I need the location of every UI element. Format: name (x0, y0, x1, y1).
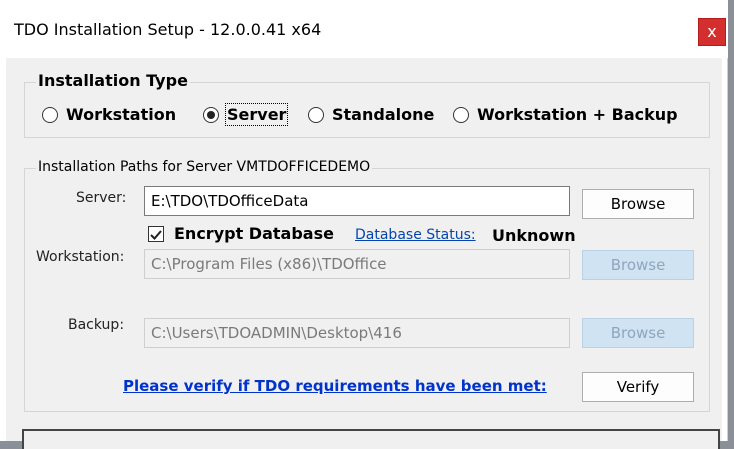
server-path-input[interactable]: E:\TDO\TDOfficeData (144, 186, 570, 216)
workstation-path-input: C:\Program Files (x86)\TDOffice (144, 249, 570, 279)
encrypt-database-checkbox[interactable] (148, 226, 164, 242)
radio-workstation-label: Workstation (66, 105, 177, 124)
backup-browse-button: Browse (582, 318, 694, 348)
verify-button[interactable]: Verify (582, 372, 694, 402)
radio-workstation-backup-label: Workstation + Backup (477, 105, 678, 124)
radio-server[interactable]: Server (203, 103, 289, 126)
radio-circle-icon (42, 106, 58, 123)
installation-paths-title: Installation Paths for Server VMTDOFFICE… (36, 159, 373, 175)
radio-circle-icon (453, 106, 469, 123)
radio-workstation[interactable]: Workstation (42, 105, 176, 124)
dialog-content: Installation Type Workstation Server Sta… (6, 58, 722, 449)
verify-requirements-link[interactable]: Please verify if TDO requirements have b… (123, 377, 547, 395)
title-bar: TDO Installation Setup - 12.0.0.41 x64 x (0, 0, 728, 58)
window-title: TDO Installation Setup - 12.0.0.41 x64 (14, 20, 322, 39)
radio-workstation-backup[interactable]: Workstation + Backup (453, 105, 678, 124)
radio-standalone-label: Standalone (332, 105, 435, 124)
setup-window: TDO Installation Setup - 12.0.0.41 x64 x… (0, 0, 728, 449)
server-label: Server: (76, 190, 127, 206)
database-status-value: Unknown (492, 226, 576, 245)
backup-label: Backup: (68, 317, 125, 333)
desktop-background (729, 0, 734, 441)
checkmark-icon (150, 230, 162, 240)
database-status-link[interactable]: Database Status: (355, 227, 476, 243)
radio-server-label: Server (224, 103, 289, 126)
bottom-panel-frame (22, 429, 720, 449)
server-browse-button[interactable]: Browse (582, 189, 694, 219)
radio-selected-icon (203, 106, 219, 123)
radio-circle-icon (308, 106, 324, 123)
installation-type-title: Installation Type (36, 71, 190, 90)
workstation-label: Workstation: (36, 249, 125, 265)
workstation-browse-button: Browse (582, 250, 694, 280)
radio-standalone[interactable]: Standalone (308, 105, 434, 124)
close-button[interactable]: x (698, 18, 726, 46)
backup-path-input: C:\Users\TDOADMIN\Desktop\416 (144, 318, 570, 348)
encrypt-database-label: Encrypt Database (174, 224, 334, 243)
